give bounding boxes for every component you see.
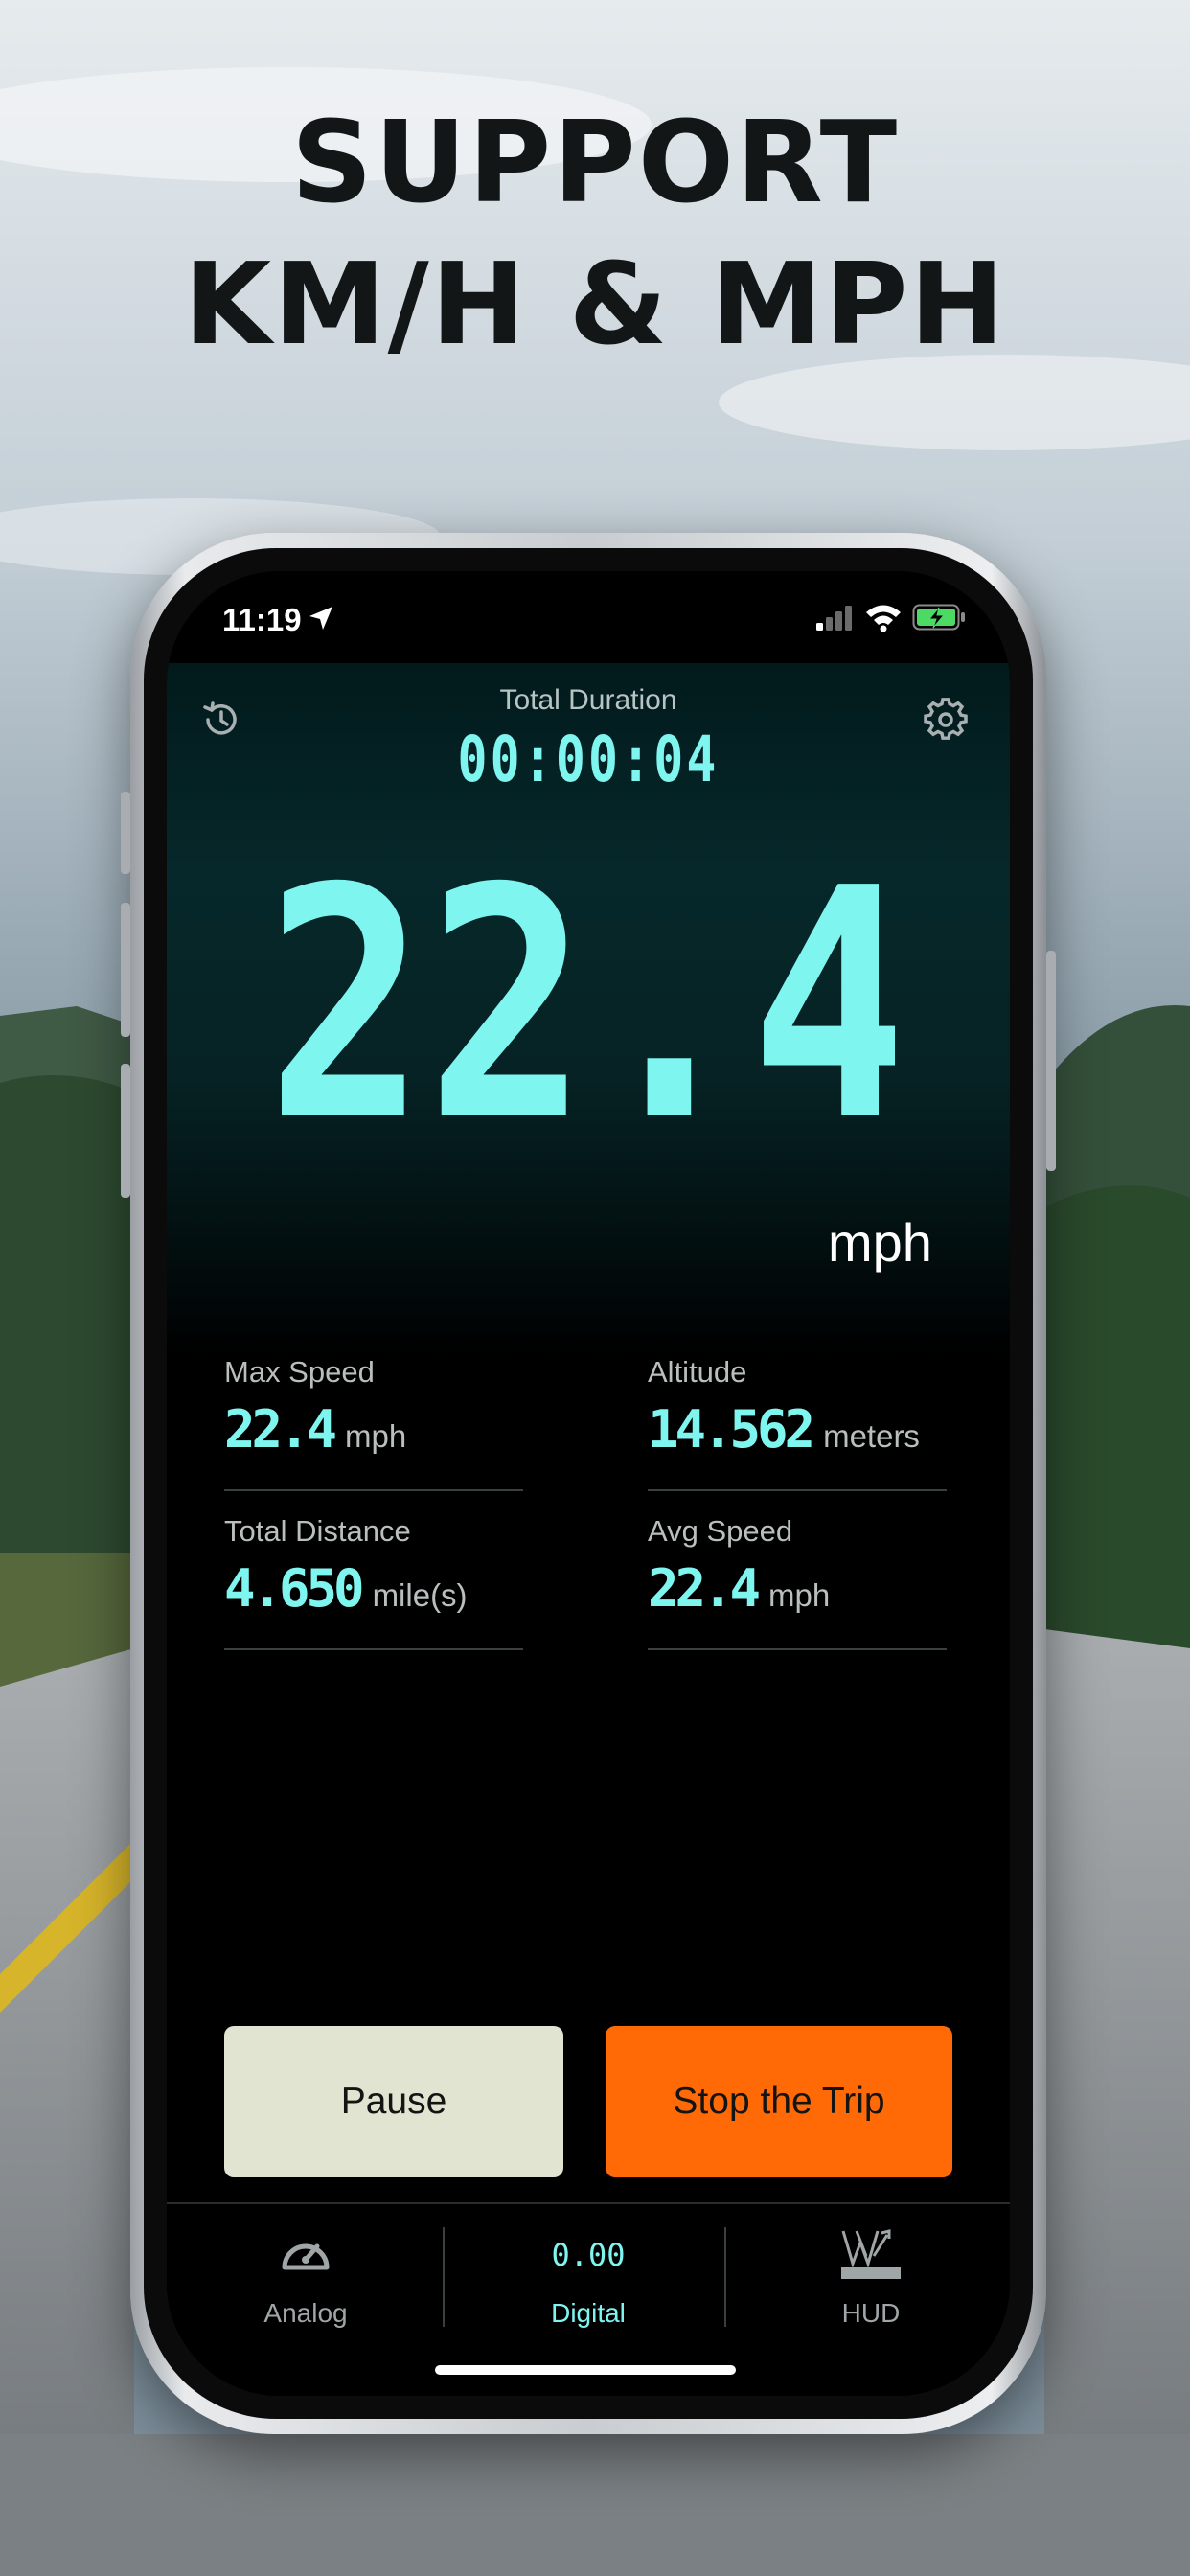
tab-analog[interactable]: Analog (167, 2204, 445, 2338)
divider (224, 1489, 523, 1491)
home-indicator[interactable] (435, 2365, 736, 2375)
headline: SUPPORT KM/H & MPH (0, 91, 1190, 375)
location-arrow-icon (309, 607, 332, 630)
stat-label: Total Distance (224, 1514, 411, 1548)
stat-unit: mph (345, 1418, 407, 1454)
tab-label: Digital (551, 2298, 626, 2328)
stat-altitude: Altitude 14.562 meters (648, 1355, 947, 1460)
divider (224, 1648, 523, 1650)
volume-up-button (121, 903, 130, 1037)
cellular-signal-icon (816, 606, 852, 631)
stat-max-speed: Max Speed 22.4 mph (224, 1355, 523, 1460)
stat-unit: meters (823, 1418, 920, 1454)
divider (648, 1648, 947, 1650)
tab-label: Analog (263, 2298, 348, 2328)
mute-switch (121, 792, 130, 874)
digital-readout-icon: 0.00 (551, 2237, 626, 2273)
total-duration-label: Total Duration (499, 684, 677, 716)
current-speed-value: 22.4 (282, 879, 895, 1147)
stat-total-distance: Total Distance 4.650 mile(s) (224, 1514, 523, 1619)
stat-unit: mph (768, 1577, 831, 1613)
phone-screen: 11:19 Total Duration 00:00:04 22.4 mph M… (167, 571, 1010, 2396)
tab-label: HUD (841, 2298, 901, 2328)
hud-icon (841, 2229, 901, 2279)
stat-value: 14.562 (648, 1399, 815, 1460)
divider (648, 1489, 947, 1491)
pause-button[interactable]: Pause (224, 2026, 563, 2177)
stat-label: Altitude (648, 1355, 747, 1389)
speedometer-app: Total Duration 00:00:04 22.4 mph Max Spe… (167, 663, 1010, 2396)
volume-down-button (121, 1064, 130, 1198)
stat-unit: mile(s) (372, 1577, 468, 1613)
tab-hud[interactable]: HUD (732, 2204, 1010, 2338)
total-duration-value: 00:00:04 (457, 723, 720, 796)
tab-separator (443, 2227, 445, 2327)
battery-charging-icon (912, 604, 965, 631)
stat-value: 22.4 (224, 1399, 337, 1460)
tab-digital[interactable]: 0.00 Digital (449, 2204, 727, 2338)
notch (383, 571, 793, 632)
stop-trip-button[interactable]: Stop the Trip (606, 2026, 952, 2177)
headline-line-2: KM/H & MPH (183, 238, 1007, 370)
stat-label: Avg Speed (648, 1514, 793, 1548)
stat-value: 22.4 (648, 1558, 761, 1619)
status-time: 11:19 (222, 602, 302, 637)
wifi-icon (866, 605, 901, 632)
headline-line-1: SUPPORT (290, 96, 900, 228)
stat-value: 4.650 (224, 1558, 365, 1619)
speed-unit-label: mph (828, 1212, 932, 1273)
settings-gear-icon[interactable] (924, 698, 968, 742)
stat-label: Max Speed (224, 1355, 375, 1389)
current-speed-display: 22.4 (282, 879, 895, 1147)
power-button (1046, 951, 1056, 1171)
stat-avg-speed: Avg Speed 22.4 mph (648, 1514, 947, 1619)
tab-separator (724, 2227, 726, 2327)
tab-bar: Analog 0.00 Digital HUD (167, 2202, 1010, 2396)
speedometer-icon (282, 2243, 330, 2270)
